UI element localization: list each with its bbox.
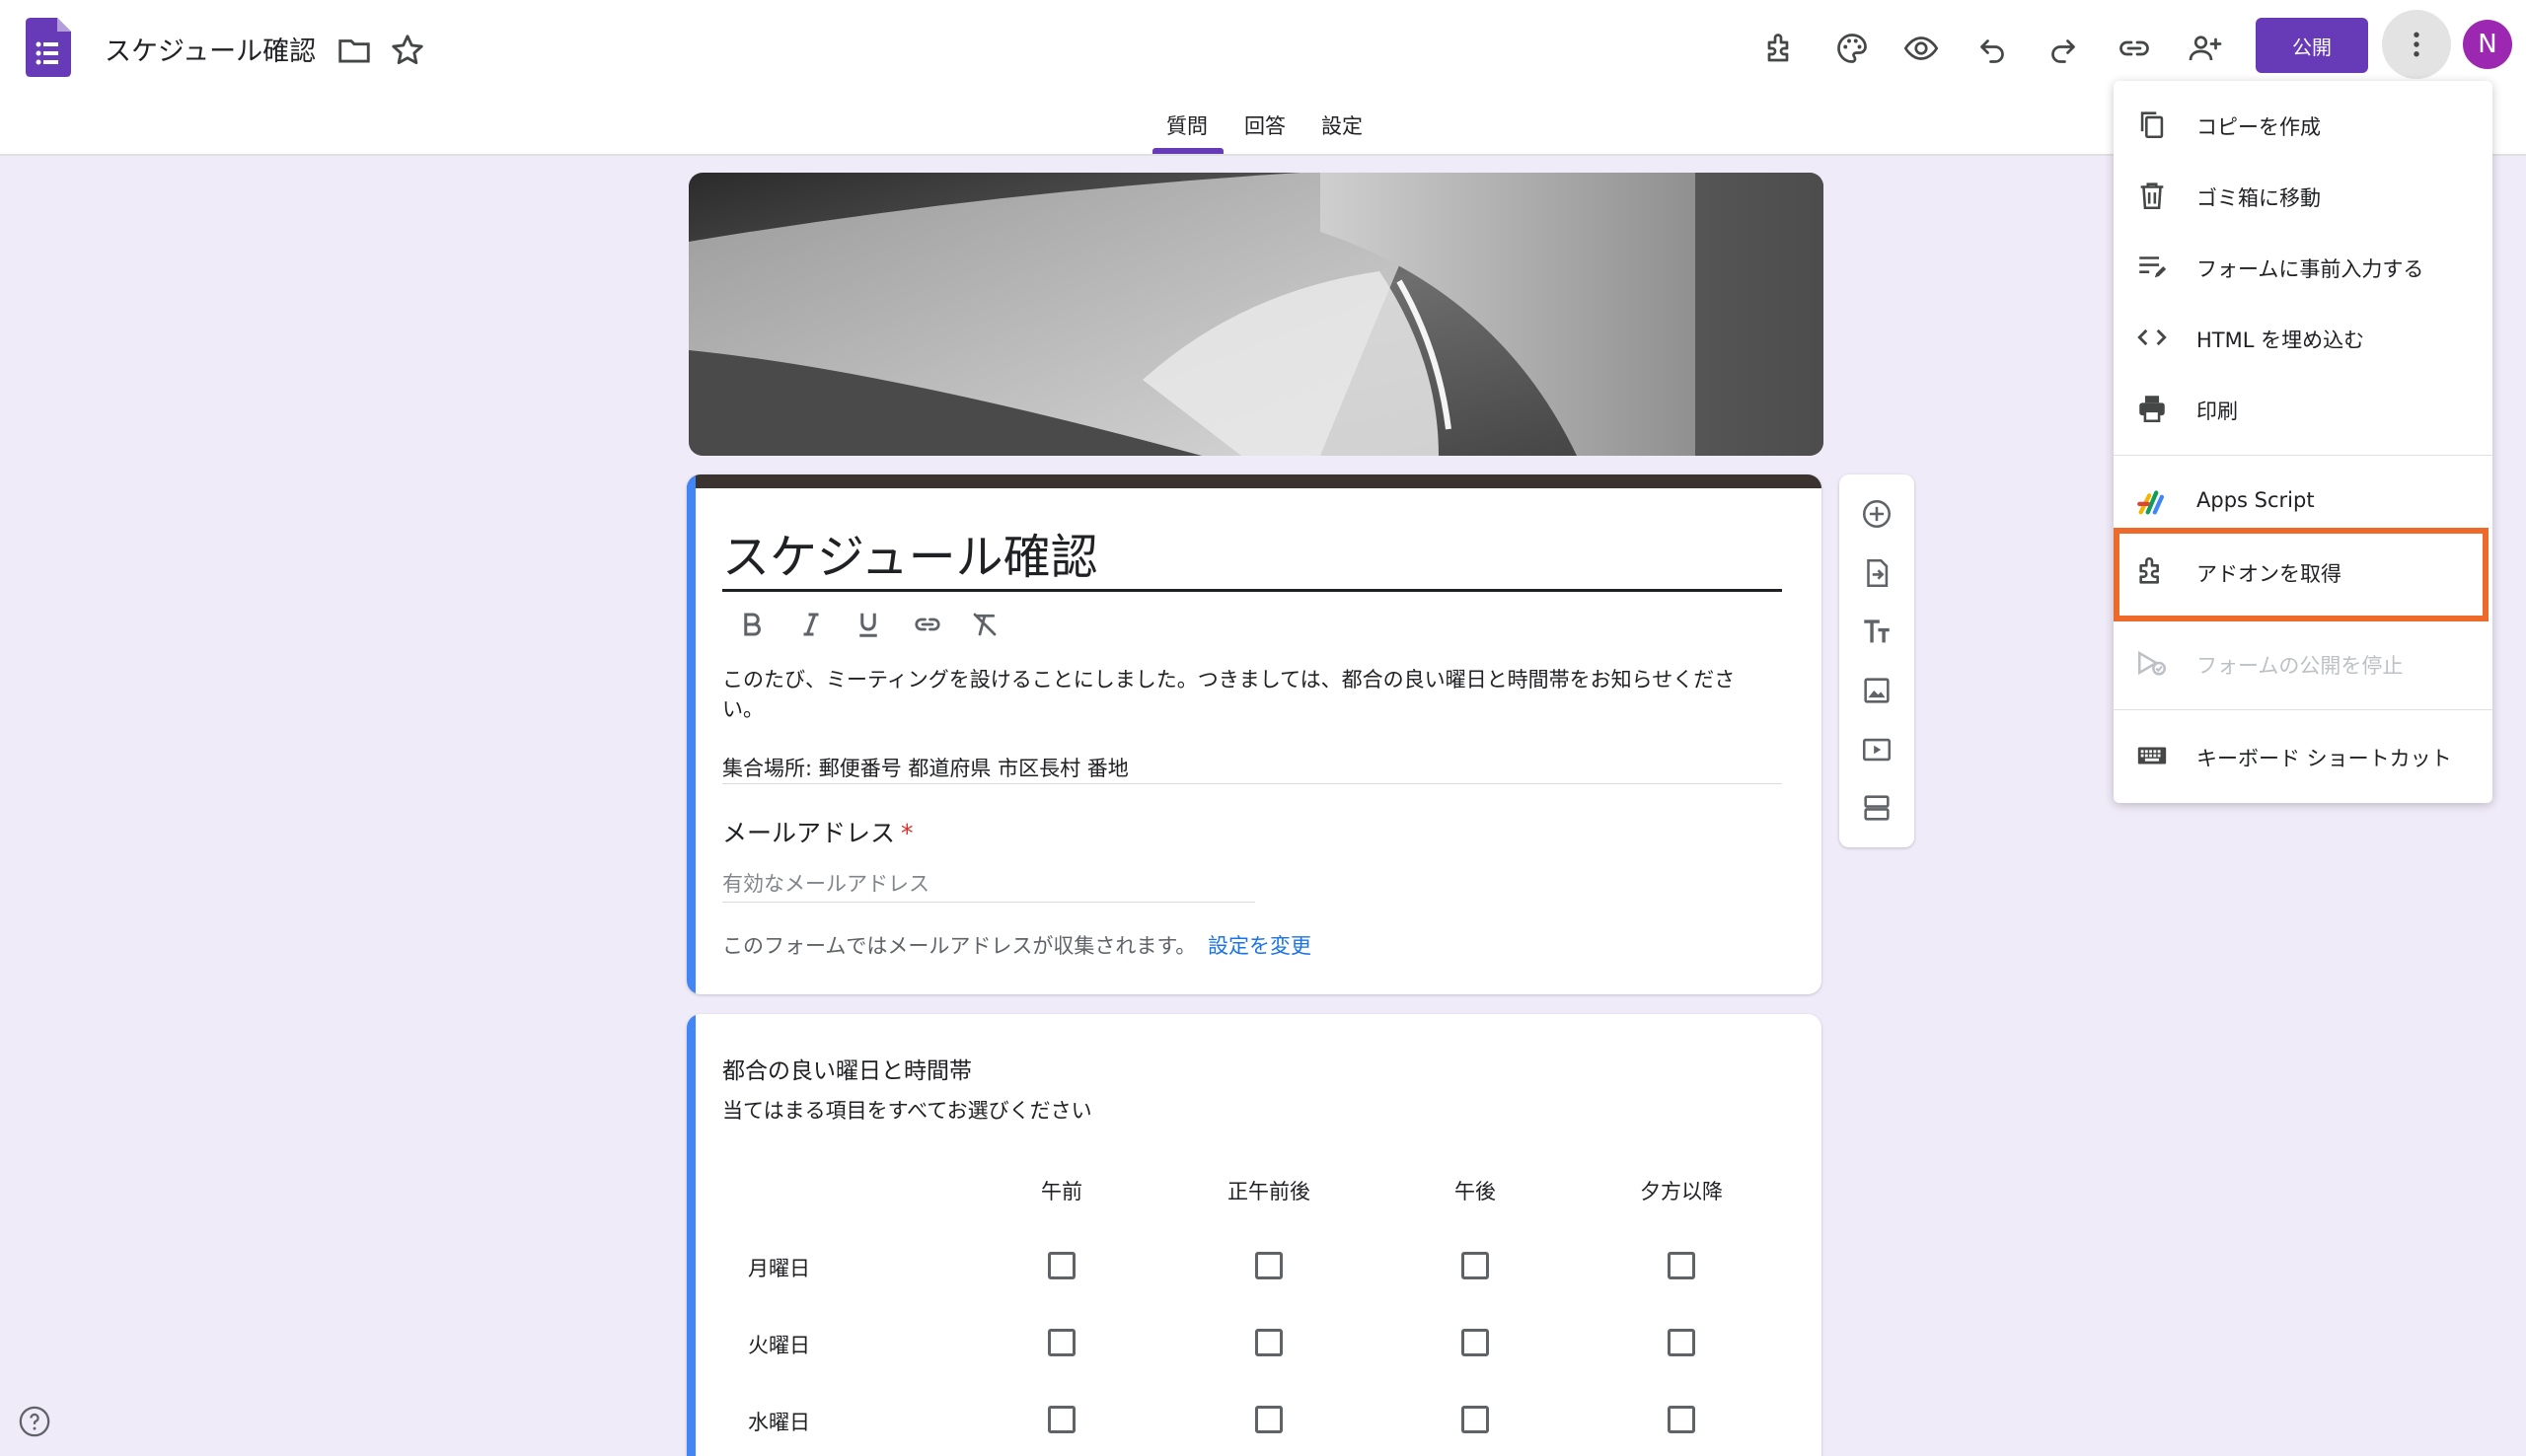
required-mark: *: [901, 819, 914, 847]
more-options-button[interactable]: [2382, 10, 2451, 79]
description-divider: [722, 783, 1782, 784]
title-underline: [722, 589, 1782, 592]
email-collection-note: このフォームではメールアドレスが収集されます。: [722, 934, 1197, 958]
active-tab-indicator: [1152, 148, 1224, 154]
grid-column-header: 正午前後: [1227, 1180, 1310, 1203]
question-description: 当てはまる項目をすべてお選びください: [722, 1099, 1092, 1123]
tab-settings[interactable]: 設定: [1321, 110, 1363, 140]
menu-item-prefill[interactable]: フォームに事前入力する: [2114, 235, 2492, 298]
grid-checkbox[interactable]: [1461, 1252, 1489, 1279]
grid-column-header: 夕方以降: [1640, 1180, 1723, 1203]
grid-checkbox[interactable]: [1255, 1329, 1283, 1356]
document-title[interactable]: スケジュール確認: [105, 30, 316, 68]
keyboard-icon: [2135, 739, 2169, 772]
redo-icon[interactable]: [2039, 24, 2088, 73]
grid-checkbox[interactable]: [1255, 1406, 1283, 1433]
form-title[interactable]: スケジュール確認: [722, 518, 1098, 587]
preview-icon[interactable]: [1896, 24, 1946, 73]
trash-icon: [2135, 179, 2169, 212]
publish-button[interactable]: 公開: [2256, 18, 2368, 73]
menu-item-make-copy[interactable]: コピーを作成: [2114, 93, 2492, 156]
underline-icon[interactable]: [845, 601, 892, 648]
link-icon[interactable]: [2110, 24, 2159, 73]
addon-icon: [2135, 554, 2169, 588]
menu-item-unpublish: フォームの公開を停止: [2114, 631, 2492, 694]
prefill-icon: [2135, 250, 2169, 283]
theme-band: [687, 474, 1821, 488]
grid-checkbox[interactable]: [1668, 1329, 1695, 1356]
form-header-card: スケジュール確認 このたび、ミーティングを設けることにしました。つきましては、都…: [687, 474, 1821, 994]
grid-checkbox[interactable]: [1668, 1406, 1695, 1433]
floating-toolbar: [1839, 474, 1914, 847]
grid-checkbox[interactable]: [1461, 1329, 1489, 1356]
menu-divider: [2114, 455, 2492, 456]
menu-item-keyboard-shortcuts[interactable]: キーボード ショートカット: [2114, 724, 2492, 787]
menu-item-print[interactable]: 印刷: [2114, 377, 2492, 440]
palette-icon[interactable]: [1827, 24, 1877, 73]
form-description-line-1: このたび、ミーティングを設けることにしました。つきましては、都合の良い曜日と時間…: [722, 668, 1736, 692]
help-icon[interactable]: [18, 1405, 51, 1438]
star-icon[interactable]: [389, 32, 426, 69]
checkbox-grid-question-card[interactable]: 都合の良い曜日と時間帯 当てはまる項目をすべてお選びください 午前 正午前後 午…: [687, 1014, 1821, 1456]
add-section-icon[interactable]: [1853, 784, 1900, 832]
form-description-line-2: い。: [722, 697, 764, 721]
header-banner-image: [689, 173, 1823, 456]
add-video-icon[interactable]: [1853, 726, 1900, 773]
folder-icon[interactable]: [335, 32, 373, 69]
clear-format-icon[interactable]: [961, 601, 1008, 648]
forms-logo-icon[interactable]: [26, 18, 71, 77]
grid-checkbox[interactable]: [1048, 1252, 1076, 1279]
form-location: 集合場所: 郵便番号 都道府県 市区長村 番地: [722, 757, 1129, 780]
email-question-label: メールアドレス *: [722, 819, 914, 847]
link-icon[interactable]: [904, 601, 951, 648]
email-input-underline: [722, 902, 1255, 903]
import-questions-icon[interactable]: [1853, 549, 1900, 597]
menu-item-get-addons[interactable]: アドオンを取得: [2114, 540, 2492, 603]
add-title-icon[interactable]: [1853, 608, 1900, 655]
unpublish-icon: [2135, 646, 2169, 680]
copy-icon: [2135, 108, 2169, 141]
card-accent: [687, 1014, 696, 1456]
question-title: 都合の良い曜日と時間帯: [722, 1058, 972, 1084]
addon-icon[interactable]: [1756, 24, 1806, 73]
apps-script-icon: [2135, 484, 2169, 518]
email-input[interactable]: 有効なメールアドレス: [722, 868, 929, 898]
tab-responses[interactable]: 回答: [1244, 110, 1286, 140]
menu-divider: [2114, 709, 2492, 710]
tab-questions[interactable]: 質問: [1166, 110, 1208, 140]
grid-checkbox[interactable]: [1461, 1406, 1489, 1433]
grid-row-label: 水曜日: [748, 1411, 810, 1434]
italic-icon[interactable]: [787, 601, 835, 648]
undo-icon[interactable]: [1968, 24, 2017, 73]
code-icon: [2135, 321, 2169, 354]
menu-item-embed-html[interactable]: HTML を埋め込む: [2114, 306, 2492, 369]
more-options-menu: コピーを作成 ゴミ箱に移動 フォームに事前入力する HTML を埋め込む 印刷 …: [2114, 81, 2492, 803]
grid-row-label: 月曜日: [748, 1257, 810, 1280]
change-settings-link[interactable]: 設定を変更: [1208, 930, 1311, 960]
active-card-accent: [687, 474, 696, 994]
menu-item-apps-script[interactable]: Apps Script: [2114, 470, 2492, 533]
add-image-icon[interactable]: [1853, 667, 1900, 714]
more-vert-icon: [2414, 32, 2419, 57]
grid-checkbox[interactable]: [1048, 1329, 1076, 1356]
grid-checkbox[interactable]: [1668, 1252, 1695, 1279]
add-question-icon[interactable]: [1853, 490, 1900, 538]
bold-icon[interactable]: [728, 601, 776, 648]
grid-column-header: 午前: [1041, 1180, 1082, 1203]
grid-checkbox[interactable]: [1255, 1252, 1283, 1279]
account-avatar[interactable]: N: [2463, 20, 2512, 69]
grid-row-label: 火曜日: [748, 1334, 810, 1357]
print-icon: [2135, 392, 2169, 425]
menu-item-move-to-trash[interactable]: ゴミ箱に移動: [2114, 164, 2492, 227]
grid-column-header: 午後: [1454, 1180, 1496, 1203]
add-collaborator-icon[interactable]: [2181, 24, 2230, 73]
grid-checkbox[interactable]: [1048, 1406, 1076, 1433]
